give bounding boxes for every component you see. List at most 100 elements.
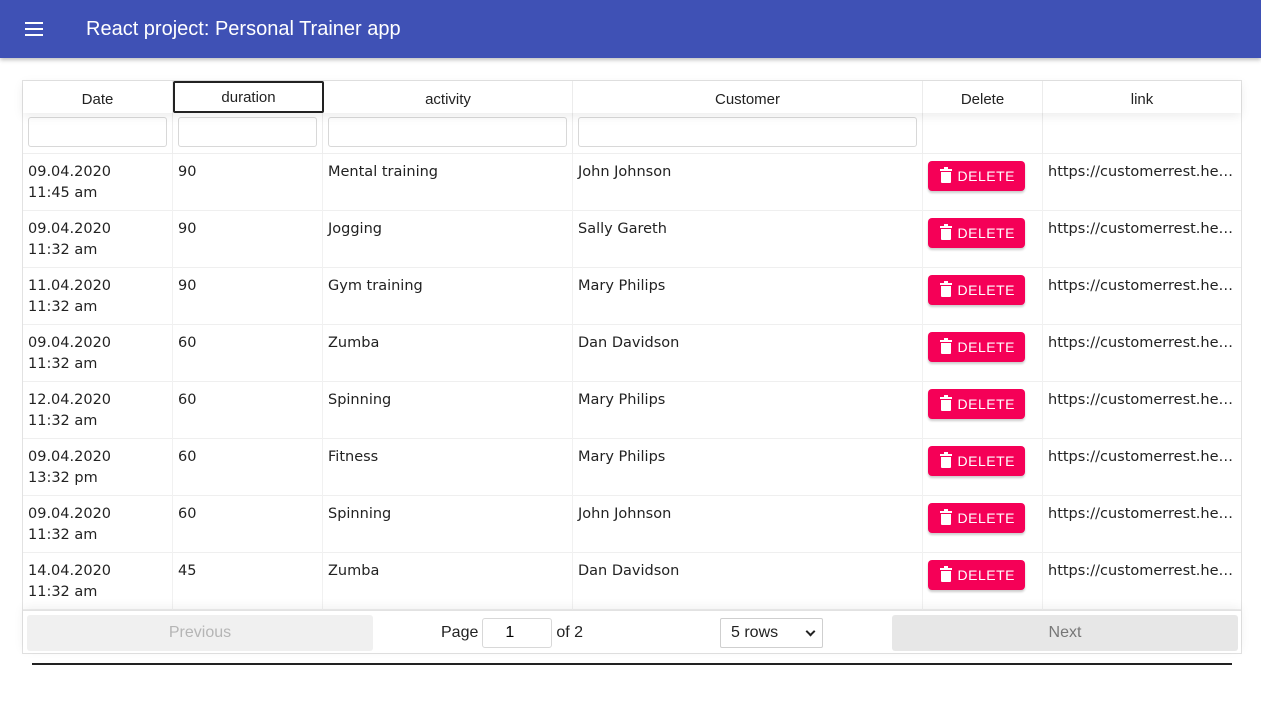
pagination-bar: Previous Page of 2 5 rows Next	[23, 610, 1241, 653]
delete-cell: DELETE	[923, 154, 1043, 211]
duration-cell: 60	[173, 382, 323, 439]
activity-cell: Gym training	[323, 268, 573, 325]
column-header-duration[interactable]: duration	[173, 81, 324, 113]
delete-button[interactable]: DELETE	[928, 332, 1025, 362]
trash-icon	[940, 395, 952, 411]
customer-cell: Sally Gareth	[573, 211, 923, 268]
previous-button[interactable]: Previous	[27, 615, 373, 651]
column-header-customer[interactable]: Customer	[573, 81, 923, 113]
time-text: 11:32 am	[28, 413, 98, 429]
time-text: 11:32 am	[28, 299, 98, 315]
table-row: 11.04.2020 11:32 am 90 Gym training Mary Phi…	[23, 268, 1241, 325]
delete-button-label: DELETE	[957, 567, 1015, 583]
date-text: 12.04.2020	[28, 392, 112, 408]
next-button[interactable]: Next	[892, 615, 1238, 651]
trash-icon	[940, 167, 952, 183]
date-cell: 09.04.2020 11:32 am	[23, 325, 173, 382]
time-text: 11:32 am	[28, 527, 98, 543]
duration-cell: 60	[173, 496, 323, 553]
duration-cell: 60	[173, 325, 323, 382]
time-text: 13:32 pm	[28, 470, 98, 486]
duration-cell: 90	[173, 268, 323, 325]
activity-filter-input[interactable]	[328, 117, 567, 147]
trash-icon	[940, 509, 952, 525]
delete-cell: DELETE	[923, 382, 1043, 439]
column-header-date[interactable]: Date	[23, 81, 173, 113]
table-row: 09.04.2020 13:32 pm 60 Fitness Mary Philips D…	[23, 439, 1241, 496]
delete-cell: DELETE	[923, 268, 1043, 325]
customer-cell: Mary Philips	[573, 439, 923, 496]
customer-cell: Dan Davidson	[573, 553, 923, 610]
customer-cell: Dan Davidson	[573, 325, 923, 382]
customer-cell: Mary Philips	[573, 382, 923, 439]
delete-button-label: DELETE	[957, 168, 1015, 184]
trash-icon	[940, 452, 952, 468]
duration-cell: 45	[173, 553, 323, 610]
time-text: 11:45 am	[28, 185, 98, 201]
duration-filter-input[interactable]	[178, 117, 317, 147]
table-body: 09.04.2020 11:45 am 90 Mental training John …	[23, 154, 1241, 610]
delete-button[interactable]: DELETE	[928, 503, 1025, 533]
date-cell: 09.04.2020 11:32 am	[23, 496, 173, 553]
delete-cell: DELETE	[923, 211, 1043, 268]
delete-button[interactable]: DELETE	[928, 446, 1025, 476]
link-cell[interactable]: https://customerrest.herokuapp.com/api/t…	[1043, 382, 1241, 439]
delete-button-label: DELETE	[957, 339, 1015, 355]
date-text: 09.04.2020	[28, 221, 112, 237]
delete-button-label: DELETE	[957, 453, 1015, 469]
customer-cell: Mary Philips	[573, 268, 923, 325]
table-header: Date duration activity Customer Delete l…	[23, 81, 1241, 113]
date-cell: 11.04.2020 11:32 am	[23, 268, 173, 325]
delete-button[interactable]: DELETE	[928, 218, 1025, 248]
column-header-delete[interactable]: Delete	[923, 81, 1043, 113]
delete-cell: DELETE	[923, 325, 1043, 382]
chevron-down-icon	[805, 626, 816, 636]
trash-icon	[940, 338, 952, 354]
delete-button-label: DELETE	[957, 510, 1015, 526]
link-cell[interactable]: https://customerrest.herokuapp.com/api/t…	[1043, 268, 1241, 325]
date-text: 14.04.2020	[28, 563, 112, 579]
date-cell: 14.04.2020 11:32 am	[23, 553, 173, 610]
delete-button[interactable]: DELETE	[928, 389, 1025, 419]
table-row: 09.04.2020 11:32 am 90 Jogging Sally Gareth D…	[23, 211, 1241, 268]
delete-cell: DELETE	[923, 553, 1043, 610]
activity-cell: Spinning	[323, 496, 573, 553]
menu-button[interactable]	[0, 0, 60, 58]
date-text: 09.04.2020	[28, 164, 112, 180]
link-cell[interactable]: https://customerrest.herokuapp.com/api/t…	[1043, 496, 1241, 553]
time-text: 11:32 am	[28, 242, 98, 258]
date-text: 09.04.2020	[28, 506, 112, 522]
link-filter-empty	[1043, 113, 1241, 154]
date-filter-input[interactable]	[28, 117, 167, 147]
page-number-input[interactable]	[482, 618, 553, 648]
column-header-activity[interactable]: activity	[324, 81, 573, 113]
link-cell[interactable]: https://customerrest.herokuapp.com/api/t…	[1043, 439, 1241, 496]
activity-cell: Zumba	[323, 553, 573, 610]
delete-button[interactable]: DELETE	[928, 275, 1025, 305]
column-header-link[interactable]: link	[1043, 81, 1241, 113]
link-cell[interactable]: https://customerrest.herokuapp.com/api/t…	[1043, 325, 1241, 382]
page-info: Page of 2	[441, 618, 583, 648]
rows-per-page-value: 5 rows	[731, 624, 779, 641]
customer-cell: John Johnson	[573, 496, 923, 553]
link-cell[interactable]: https://customerrest.herokuapp.com/api/t…	[1043, 553, 1241, 610]
trash-icon	[940, 281, 952, 297]
delete-filter-empty	[923, 113, 1043, 154]
customer-filter-input[interactable]	[578, 117, 917, 147]
rows-per-page-select[interactable]: 5 rows	[720, 618, 823, 648]
duration-cell: 60	[173, 439, 323, 496]
page-total-label: of 2	[556, 624, 584, 641]
delete-cell: DELETE	[923, 496, 1043, 553]
delete-button[interactable]: DELETE	[928, 560, 1025, 590]
delete-cell: DELETE	[923, 439, 1043, 496]
link-cell[interactable]: https://customerrest.herokuapp.com/api/t…	[1043, 154, 1241, 211]
activity-cell: Spinning	[323, 382, 573, 439]
table-row: 09.04.2020 11:45 am 90 Mental training John …	[23, 154, 1241, 211]
table-row: 09.04.2020 11:32 am 60 Spinning John Johnson…	[23, 496, 1241, 553]
filter-row	[23, 113, 1241, 154]
table-row: 09.04.2020 11:32 am 60 Zumba Dan Davidson DEL…	[23, 325, 1241, 382]
link-cell[interactable]: https://customerrest.herokuapp.com/api/t…	[1043, 211, 1241, 268]
trainings-table: Date duration activity Customer Delete l…	[22, 80, 1242, 654]
trash-icon	[940, 224, 952, 240]
delete-button[interactable]: DELETE	[928, 161, 1025, 191]
